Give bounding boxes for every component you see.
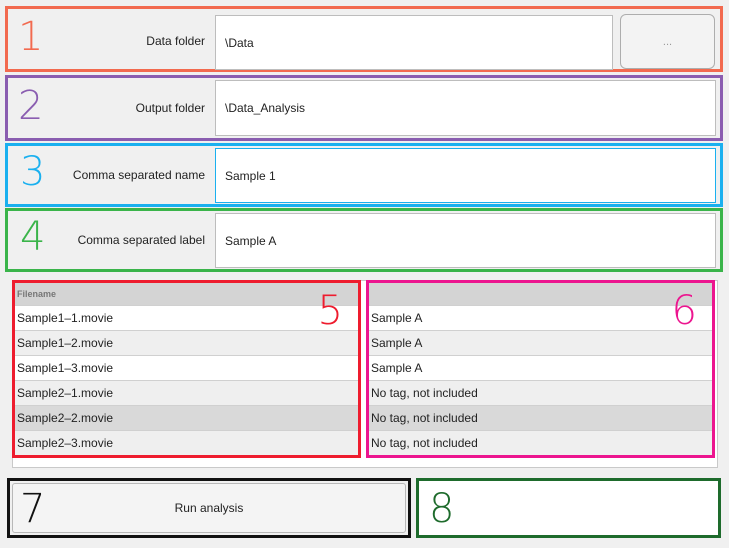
status-output-panel: 8 [416,478,721,538]
panel-number-4: 4 [20,214,46,260]
panel-number-7: 7 [20,486,46,532]
table-row[interactable]: No tag, not included [367,380,714,405]
table-row[interactable]: Sample1–2.movie [13,330,360,355]
comma-separated-label-panel: 4 Comma separated label Sample A [5,208,723,272]
comma-separated-name-panel: 3 Comma separated name Sample 1 [5,143,723,207]
comma-separated-label-input[interactable]: Sample A [215,213,716,268]
tag-column-header[interactable] [367,283,714,305]
output-folder-label: Output folder [135,101,205,115]
filename-column-header[interactable]: Filename [13,283,360,305]
comma-separated-label-label: Comma separated label [77,233,205,247]
panel-number-3: 3 [20,149,46,195]
panel-number-2: 2 [18,83,44,129]
table-row[interactable]: No tag, not included [367,430,714,455]
data-folder-panel: 1 Data folder \Data ... [5,6,723,72]
table-row[interactable]: Sample A [367,355,714,380]
filename-column: Filename Sample1–1.movie Sample1–2.movie… [13,283,360,455]
run-analysis-label: Run analysis [174,501,244,515]
run-analysis-button[interactable]: Run analysis [12,483,406,533]
table-row[interactable]: Sample2–2.movie [13,405,360,430]
browse-button[interactable]: ... [620,14,715,69]
tag-column: Sample A Sample A Sample A No tag, not i… [367,283,714,455]
comma-separated-name-label: Comma separated name [72,168,205,182]
table-row[interactable]: Sample2–3.movie [13,430,360,455]
table-row[interactable]: Sample A [367,330,714,355]
table-row[interactable]: Sample1–1.movie [13,305,360,330]
table-row[interactable]: No tag, not included [367,405,714,430]
panel-number-1: 1 [18,14,44,60]
table-row[interactable]: Sample1–3.movie [13,355,360,380]
table-row[interactable]: Sample A [367,305,714,330]
output-folder-panel: 2 Output folder \Data_Analysis [5,75,723,141]
panel-number-8: 8 [429,486,455,532]
data-folder-label: Data folder [146,34,205,48]
data-folder-input[interactable]: \Data [215,15,613,70]
run-analysis-panel: Run analysis 7 [7,478,411,538]
output-folder-input[interactable]: \Data_Analysis [215,80,716,136]
table-row[interactable]: Sample2–1.movie [13,380,360,405]
comma-separated-name-input[interactable]: Sample 1 [215,148,716,203]
